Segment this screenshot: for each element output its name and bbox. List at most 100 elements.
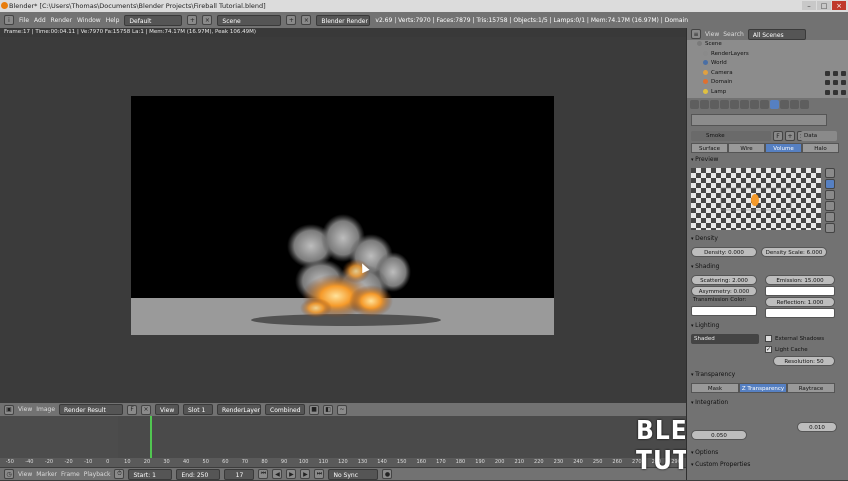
texture-tab-icon[interactable] [780, 100, 789, 109]
screen-add-button[interactable]: + [187, 15, 198, 25]
menu-add[interactable]: Add [34, 17, 46, 24]
lighting-mode-select[interactable]: Shaded [691, 334, 759, 344]
outliner-row-domain[interactable]: Domain [687, 78, 848, 88]
transparency-raytrace-button[interactable]: Raytrace [787, 383, 835, 393]
start-frame-field[interactable]: Start: 1 [128, 468, 173, 480]
particles-tab-icon[interactable] [790, 100, 799, 109]
preview-range-icon[interactable]: ⏱ [114, 469, 125, 479]
reflection-color-swatch[interactable] [765, 308, 835, 318]
menu-search[interactable]: Search [723, 31, 744, 38]
type-volume-button[interactable]: Volume [765, 143, 802, 153]
editor-type-icon[interactable]: ◷ [4, 469, 14, 479]
transmission-color-swatch[interactable] [691, 306, 757, 316]
sync-mode-select[interactable]: No Sync [328, 468, 379, 480]
channel-rgb-icon[interactable]: ■ [309, 404, 320, 415]
jump-end-icon[interactable]: ⏭ [314, 469, 325, 479]
constraints-tab-icon[interactable] [740, 100, 749, 109]
render-icon[interactable] [841, 89, 846, 95]
visibility-icon[interactable] [825, 80, 830, 85]
density-panel-header[interactable]: Density [691, 235, 718, 242]
render-result-image[interactable] [131, 96, 554, 335]
physics-tab-icon[interactable] [800, 100, 809, 109]
current-frame-field[interactable]: 17 [224, 468, 255, 480]
jump-start-icon[interactable]: ⏮ [258, 469, 269, 479]
scattering-field[interactable]: Scattering: 2.000 [691, 275, 757, 285]
resolution-field[interactable]: Resolution: 50 [773, 356, 835, 366]
screen-remove-button[interactable]: × [202, 15, 213, 25]
prev-key-icon[interactable]: ◀ [272, 469, 283, 479]
select-icon[interactable] [833, 80, 838, 85]
options-panel-header[interactable]: Options [691, 449, 718, 456]
material-slot-list[interactable] [691, 114, 827, 126]
shading-panel-header[interactable]: Shading [691, 263, 719, 270]
asymmetry-field[interactable]: Asymmetry: 0.000 [691, 286, 757, 296]
record-icon[interactable]: ● [382, 469, 393, 479]
outliner-row-camera[interactable]: Camera [687, 69, 848, 79]
step-size-field[interactable]: 0.050 [691, 430, 747, 440]
data-tab-icon[interactable] [760, 100, 769, 109]
integration-panel-header[interactable]: Integration [691, 399, 728, 406]
type-surface-button[interactable]: Surface [691, 143, 728, 153]
external-shadows-checkbox[interactable]: External Shadows [765, 335, 824, 342]
scene-tab-icon[interactable] [710, 100, 719, 109]
object-tab-icon[interactable] [730, 100, 739, 109]
modifiers-tab-icon[interactable] [750, 100, 759, 109]
next-key-icon[interactable]: ▶ [300, 469, 311, 479]
menu-file[interactable]: File [19, 17, 29, 24]
render-tab-icon[interactable] [690, 100, 699, 109]
material-link-select[interactable]: Data [801, 131, 837, 141]
layers-tab-icon[interactable] [700, 100, 709, 109]
outliner-row-lamp[interactable]: Lamp [687, 88, 848, 98]
scopes-icon[interactable]: ~ [337, 404, 348, 415]
render-layer-select[interactable]: RenderLayer [217, 404, 262, 415]
preview-cube-icon[interactable] [825, 190, 835, 200]
current-frame-marker[interactable] [150, 416, 152, 460]
emission-color-swatch[interactable] [765, 286, 835, 296]
menu-render[interactable]: Render [51, 17, 72, 24]
emission-field[interactable]: Emission: 15.000 [765, 275, 835, 285]
scene-add-button[interactable]: + [286, 15, 297, 25]
custom-properties-panel-header[interactable]: Custom Properties [691, 461, 750, 468]
render-engine-select[interactable]: Blender Render [316, 14, 371, 26]
maximize-button[interactable]: □ [817, 1, 831, 10]
outliner-row-renderlayers[interactable]: RenderLayers [687, 50, 848, 60]
preview-sphere-icon[interactable] [825, 179, 835, 189]
material-tab-icon[interactable] [770, 100, 779, 109]
end-frame-field[interactable]: End: 250 [176, 468, 221, 480]
select-icon[interactable] [833, 89, 838, 95]
play-icon[interactable]: ▶ [286, 469, 297, 479]
outliner[interactable]: Scene RenderLayers World Camera Domain L… [687, 40, 848, 98]
outliner-filter-select[interactable]: All Scenes [747, 28, 806, 40]
editor-type-icon[interactable]: ≡ [691, 29, 701, 39]
preview-panel-header[interactable]: Preview [691, 156, 718, 163]
depth-cutoff-field[interactable]: 0.010 [797, 422, 837, 432]
material-name-field[interactable]: Smoke [691, 131, 771, 141]
image-remove-button[interactable]: × [141, 404, 152, 415]
scene-remove-button[interactable]: × [301, 15, 312, 25]
outliner-row-world[interactable]: World [687, 59, 848, 69]
menu-frame[interactable]: Frame [61, 471, 80, 478]
channel-alpha-icon[interactable]: ◧ [323, 404, 334, 415]
render-icon[interactable] [841, 70, 846, 76]
light-cache-checkbox[interactable]: ✓ Light Cache [765, 346, 808, 353]
menu-view[interactable]: View [18, 471, 32, 478]
density-field[interactable]: Density: 0.000 [691, 247, 757, 257]
editor-type-icon[interactable]: i [4, 15, 14, 25]
menu-view[interactable]: View [18, 406, 32, 413]
reflection-field[interactable]: Reflection: 1.000 [765, 297, 835, 307]
lighting-panel-header[interactable]: Lighting [691, 322, 719, 329]
view-select[interactable]: View [155, 404, 180, 415]
type-wire-button[interactable]: Wire [728, 143, 765, 153]
material-add-button[interactable]: + [785, 131, 795, 141]
minimize-button[interactable]: – [802, 1, 816, 10]
preview-monkey-icon[interactable] [825, 201, 835, 211]
type-halo-button[interactable]: Halo [802, 143, 839, 153]
transparency-mask-button[interactable]: Mask [691, 383, 739, 393]
world-tab-icon[interactable] [720, 100, 729, 109]
menu-view[interactable]: View [705, 31, 719, 38]
editor-type-icon[interactable]: ▣ [4, 404, 14, 415]
screen-layout-select[interactable]: Default [124, 14, 183, 26]
select-icon[interactable] [833, 70, 838, 76]
preview-sky-icon[interactable] [825, 223, 835, 233]
preview-flat-icon[interactable] [825, 168, 835, 178]
